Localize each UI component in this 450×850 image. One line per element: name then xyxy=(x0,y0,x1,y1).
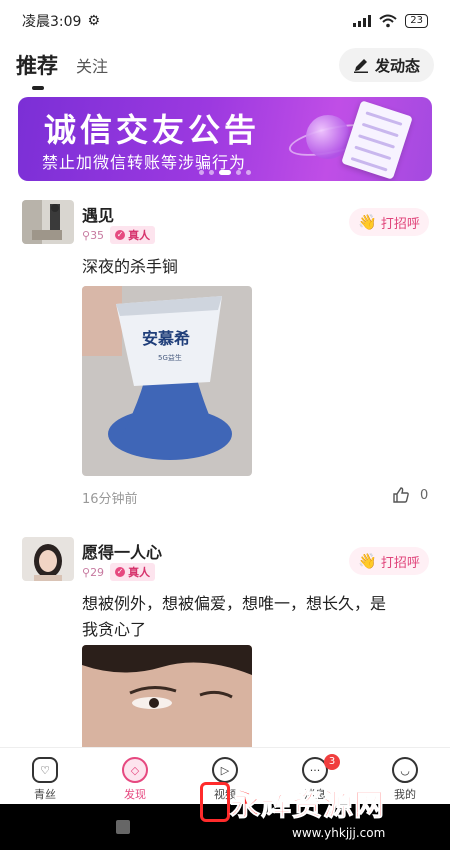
avatar[interactable] xyxy=(22,537,74,581)
user-meta: ⚲35 ✓ 真人 xyxy=(82,226,156,244)
greet-label: 打招呼 xyxy=(380,555,420,571)
status-icons: 23 xyxy=(353,14,428,28)
greet-button[interactable]: 👋 打招呼 xyxy=(349,547,429,575)
feed-post: 遇见 ⚲35 ✓ 真人 👋 打招呼 深夜的杀手锏 安慕希 5G益生 16分钟前 0 xyxy=(0,200,450,520)
thumbs-up-icon xyxy=(393,487,409,503)
status-time-group: 凌晨3:09 ⚙ xyxy=(22,11,100,31)
home-icon[interactable] xyxy=(116,820,130,834)
carousel-dot-active[interactable] xyxy=(219,170,231,175)
carousel-dot[interactable] xyxy=(236,170,241,175)
settings-gear-icon: ⚙ xyxy=(87,13,101,29)
carousel-dot[interactable] xyxy=(199,170,204,175)
post-photo[interactable] xyxy=(82,645,252,747)
user-meta: ⚲29 ✓ 真人 xyxy=(82,563,156,581)
smile-icon: ◡ xyxy=(392,757,418,783)
product-sublabel: 5G益生 xyxy=(158,353,182,362)
feed-post: 愿得一人心 ⚲29 ✓ 真人 👋 打招呼 想被例外，想被偏爱，想唯一，想长久，是 … xyxy=(0,537,450,747)
watermark-url: www.yhkjjj.com xyxy=(292,826,386,840)
tab-recommend[interactable]: 推荐 xyxy=(16,50,58,90)
post-update-label: 发动态 xyxy=(374,56,420,75)
check-icon: ✓ xyxy=(115,230,126,240)
nav-item-qingsi[interactable]: ♡ 青丝 xyxy=(0,748,90,804)
notice-banner[interactable]: 诚信交友公告 禁止加微信转账等涉骗行为 xyxy=(18,97,432,181)
tab-active-indicator xyxy=(32,86,44,90)
greet-label: 打招呼 xyxy=(380,216,420,232)
wave-hand-icon: 👋 xyxy=(358,552,377,570)
leaf-icon: ◇ xyxy=(122,757,148,783)
verified-badge: ✓ 真人 xyxy=(110,563,156,581)
nav-label: 发现 xyxy=(124,788,146,801)
pen-icon xyxy=(353,59,368,73)
post-text-line: 想被例外，想被偏爱，想唯一，想长久，是 xyxy=(82,594,387,613)
greet-button[interactable]: 👋 打招呼 xyxy=(349,208,429,236)
tab-recommend-label: 推荐 xyxy=(16,54,58,78)
post-text: 深夜的杀手锏 xyxy=(82,257,179,276)
tab-follow[interactable]: 关注 xyxy=(76,53,108,77)
heart-icon: ♡ xyxy=(32,757,58,783)
post-text-line: 我贪心了 xyxy=(82,620,147,639)
message-count-badge: 3 xyxy=(324,754,340,770)
like-button[interactable]: 0 xyxy=(392,486,428,504)
post-update-button[interactable]: 发动态 xyxy=(338,48,434,82)
document-icon xyxy=(341,100,413,180)
avatar[interactable] xyxy=(22,200,74,244)
nav-label: 青丝 xyxy=(34,788,56,801)
wave-hand-icon: 👋 xyxy=(358,213,377,231)
user-name[interactable]: 愿得一人心 xyxy=(82,539,162,563)
status-time: 凌晨3:09 xyxy=(22,14,82,30)
nav-label: 我的 xyxy=(394,788,416,801)
carousel-indicator xyxy=(18,170,432,175)
wifi-icon xyxy=(379,14,397,28)
carousel-dot[interactable] xyxy=(209,170,214,175)
watermark-logo-icon xyxy=(200,782,230,822)
top-tabs: 推荐 关注 发动态 xyxy=(0,44,450,90)
post-time: 16分钟前 xyxy=(82,492,138,507)
nav-item-discover[interactable]: ◇ 发现 xyxy=(90,748,180,804)
signal-icon xyxy=(353,15,372,27)
carousel-dot[interactable] xyxy=(246,170,251,175)
verified-badge: ✓ 真人 xyxy=(110,226,156,244)
fans-count: ⚲35 xyxy=(82,228,105,242)
product-label: 安慕希 xyxy=(142,329,190,348)
like-count: 0 xyxy=(420,487,429,503)
watermark-text: 永辉资源网 xyxy=(230,788,385,824)
battery-icon: 23 xyxy=(405,14,428,28)
post-text: 想被例外，想被偏爱，想唯一，想长久，是 我贪心了 xyxy=(82,591,386,643)
user-name[interactable]: 遇见 xyxy=(82,202,114,226)
banner-title: 诚信交友公告 xyxy=(44,111,261,149)
fans-count: ⚲29 xyxy=(82,565,105,579)
status-bar: 凌晨3:09 ⚙ 23 xyxy=(0,0,450,42)
check-icon: ✓ xyxy=(115,567,126,577)
post-photo[interactable]: 安慕希 5G益生 xyxy=(82,286,252,476)
